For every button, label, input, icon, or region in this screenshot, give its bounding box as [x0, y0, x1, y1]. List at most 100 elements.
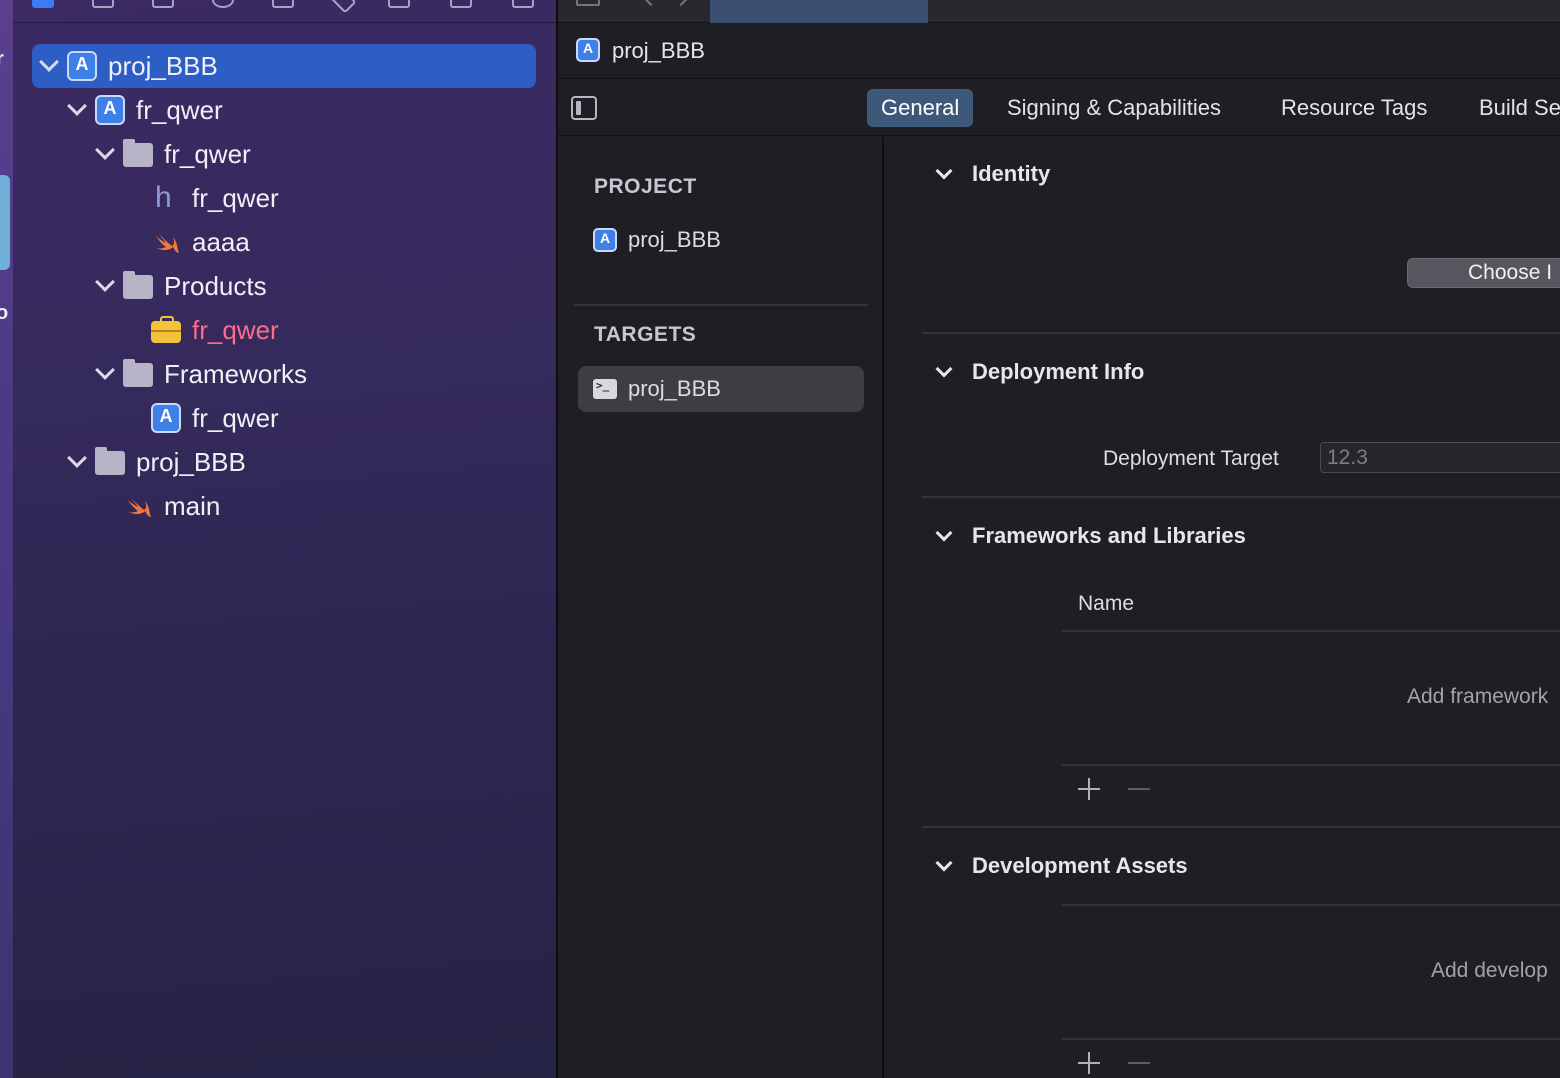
tree-item-main[interactable]: main [13, 484, 556, 528]
tree-item-proj-bbb-folder[interactable]: proj_BBB [13, 440, 556, 484]
dev-assets-empty-text: Add develop [1431, 959, 1548, 982]
identity-section-title[interactable]: Identity [972, 161, 1050, 187]
tree-item-fr-qwer-folder[interactable]: fr_qwer [13, 132, 556, 176]
section-divider [922, 332, 1560, 334]
disclosure-chevron-icon[interactable] [95, 272, 115, 292]
frameworks-section-title[interactable]: Frameworks and Libraries [972, 523, 1246, 549]
xcode-project-icon [576, 38, 600, 62]
tree-item-proj-bbb[interactable]: proj_BBB [32, 44, 536, 88]
tree-item-aaaa[interactable]: aaaa [13, 220, 556, 264]
folder-icon [95, 447, 125, 477]
swift-file-icon [123, 491, 153, 521]
project-navigator: proj_BBB fr_qwer fr_qwer h fr_qwer aaaa … [13, 0, 556, 1078]
tree-item-label: fr_qwer [136, 94, 223, 125]
test-navigator-icon[interactable] [329, 0, 357, 14]
issue-navigator-icon[interactable] [272, 0, 294, 8]
table-footer-divider [1062, 764, 1560, 766]
forward-arrow-icon[interactable] [673, 0, 689, 7]
frameworks-empty-text: Add framework [1407, 685, 1549, 708]
terminal-target-icon [593, 379, 617, 399]
desktop-text-fragment: r [0, 48, 4, 71]
tree-item-fr-qwer-header[interactable]: h fr_qwer [13, 176, 556, 220]
project-item-proj-bbb[interactable]: proj_BBB [578, 217, 864, 263]
disclosure-chevron-icon[interactable] [67, 448, 87, 468]
tree-item-products[interactable]: Products [13, 264, 556, 308]
tree-item-fr-qwer-framework[interactable]: fr_qwer [13, 396, 556, 440]
find-navigator-icon[interactable] [212, 0, 234, 8]
table-header-divider [1062, 630, 1560, 632]
source-control-icon[interactable] [92, 0, 114, 8]
report-navigator-icon[interactable] [512, 0, 534, 8]
deployment-target-field[interactable]: 12.3 [1320, 442, 1560, 473]
breakpoint-navigator-icon[interactable] [450, 0, 472, 8]
framework-icon [151, 315, 181, 345]
deployment-section-title[interactable]: Deployment Info [972, 359, 1144, 385]
tree-item-fr-qwer-project[interactable]: fr_qwer [13, 88, 556, 132]
tab-signing-capabilities[interactable]: Signing & Capabilities [993, 89, 1235, 127]
folder-icon [123, 271, 153, 301]
tree-item-label: Frameworks [164, 358, 308, 389]
editor-tab-bar [558, 0, 1560, 23]
settings-tab-bar: General Signing & Capabilities Resource … [558, 80, 1560, 136]
symbol-navigator-icon[interactable] [152, 0, 174, 8]
frameworks-chevron-icon[interactable] [935, 524, 953, 542]
back-arrow-icon[interactable] [643, 0, 659, 7]
debug-navigator-icon[interactable] [388, 0, 410, 8]
folder-icon [123, 359, 153, 389]
add-dev-asset-button[interactable] [1078, 1051, 1102, 1075]
add-framework-button[interactable] [1078, 777, 1102, 801]
name-column-header[interactable]: Name [1078, 592, 1134, 616]
editor-tab-proj-bbb[interactable] [710, 0, 928, 23]
table-footer-divider [1062, 1038, 1560, 1040]
target-item-proj-bbb[interactable]: proj_BBB [578, 366, 864, 412]
section-divider [922, 496, 1560, 498]
remove-framework-button[interactable] [1128, 777, 1152, 801]
targets-section-header: TARGETS [594, 323, 697, 346]
tree-item-label: main [164, 490, 221, 521]
navigator-toolbar [13, 0, 556, 23]
grid-view-icon[interactable] [576, 0, 600, 6]
desktop-edge: r o [0, 0, 13, 1078]
tree-item-label: fr_qwer [164, 138, 251, 169]
xcode-project-icon [67, 51, 97, 81]
tree-item-label: fr_qwer [192, 402, 279, 433]
tree-item-fr-qwer-product[interactable]: fr_qwer [13, 308, 556, 352]
xcode-project-icon [95, 95, 125, 125]
editor-area: proj_BBB General Signing & Capabilities … [558, 0, 1560, 1078]
swift-file-icon [151, 227, 181, 257]
dev-assets-chevron-icon[interactable] [935, 854, 953, 872]
disclosure-chevron-icon[interactable] [39, 52, 59, 72]
deployment-chevron-icon[interactable] [935, 360, 953, 378]
tree-item-label: aaaa [192, 226, 250, 257]
remove-dev-asset-button[interactable] [1128, 1051, 1152, 1075]
jump-bar: proj_BBB [558, 24, 1560, 79]
tab-general[interactable]: General [867, 89, 974, 127]
jump-bar-title[interactable]: proj_BBB [612, 38, 705, 64]
deployment-target-label: Deployment Target [1103, 447, 1279, 470]
disclosure-chevron-icon[interactable] [95, 140, 115, 160]
choose-info-file-button[interactable]: Choose I [1407, 258, 1560, 288]
tree-item-frameworks[interactable]: Frameworks [13, 352, 556, 396]
tab-build-settings[interactable]: Build Se [1465, 89, 1560, 127]
xcode-project-icon [593, 228, 617, 252]
disclosure-chevron-icon[interactable] [95, 360, 115, 380]
project-targets-list: PROJECT proj_BBB TARGETS proj_BBB [558, 137, 884, 1078]
list-divider [574, 304, 868, 306]
target-item-label: proj_BBB [628, 376, 721, 401]
tree-item-label: fr_qwer [192, 182, 279, 213]
general-settings-content: Identity Choose I Deployment Info Deploy… [886, 137, 1560, 1078]
header-file-icon: h [155, 181, 172, 214]
xcode-project-icon [151, 403, 181, 433]
identity-chevron-icon[interactable] [935, 162, 953, 180]
section-divider [922, 826, 1560, 828]
tree-item-label: proj_BBB [136, 446, 246, 477]
dev-assets-section-title[interactable]: Development Assets [972, 853, 1188, 879]
table-header-divider [1062, 904, 1560, 906]
project-item-label: proj_BBB [628, 227, 721, 252]
disclosure-chevron-icon[interactable] [67, 96, 87, 116]
tab-resource-tags[interactable]: Resource Tags [1267, 89, 1441, 127]
desktop-window-fragment [0, 175, 10, 270]
sidebar-toggle-icon[interactable] [571, 96, 597, 120]
desktop-text-fragment: o [0, 302, 9, 324]
project-navigator-icon[interactable] [32, 0, 54, 8]
